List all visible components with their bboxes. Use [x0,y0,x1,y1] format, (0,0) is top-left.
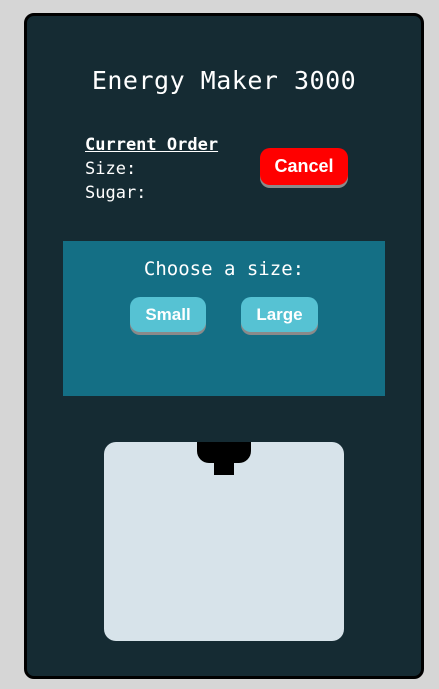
nozzle-spout [214,460,234,475]
cancel-button[interactable]: Cancel [260,148,348,185]
order-sugar-label: Sugar: [85,183,147,203]
machine-title: Energy Maker 3000 [91,66,357,95]
current-order-heading: Current Order [85,135,219,155]
drink-dispenser [104,442,344,641]
small-size-button[interactable]: Small [130,297,206,332]
current-order: Current Order Size: Sugar: [85,133,218,205]
order-size-label: Size: [85,159,137,179]
size-selection-panel: Choose a size: Small Large [63,241,385,396]
large-size-button[interactable]: Large [241,297,318,332]
energy-machine: Energy Maker 3000 Current Order Size: Su… [24,13,424,679]
size-prompt: Choose a size: [143,258,305,280]
